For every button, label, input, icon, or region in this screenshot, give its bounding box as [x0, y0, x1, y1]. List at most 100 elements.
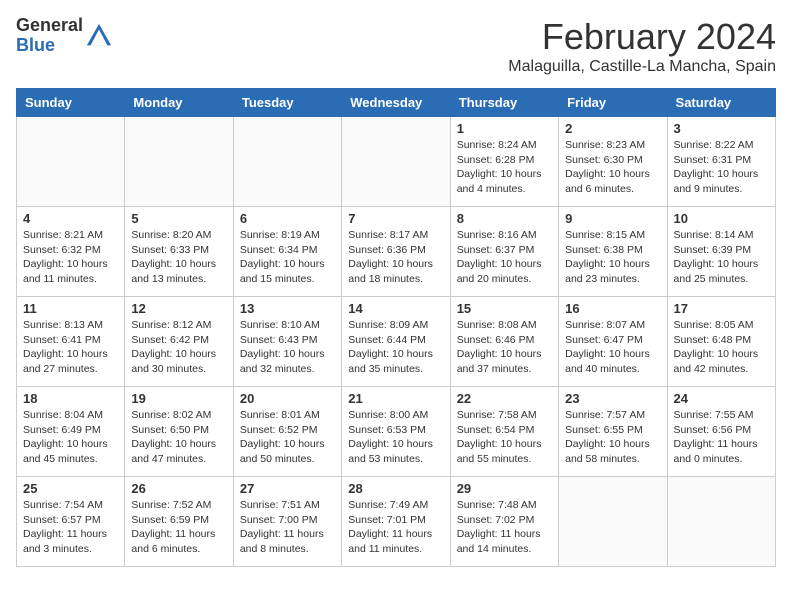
day-number: 11 — [23, 301, 118, 316]
calendar-cell: 9 Sunrise: 8:15 AM Sunset: 6:38 PM Daylig… — [559, 207, 667, 297]
calendar-cell: 4Sunrise: 8:21 AM Sunset: 6:32 PM Daylig… — [17, 207, 125, 297]
calendar-week-row: 18Sunrise: 8:04 AM Sunset: 6:49 PM Dayli… — [17, 387, 776, 477]
day-info: Sunrise: 8:24 AM Sunset: 6:28 PM Dayligh… — [457, 138, 552, 197]
day-number: 9 — [565, 211, 660, 226]
day-info: Sunrise: 8:02 AM Sunset: 6:50 PM Dayligh… — [131, 408, 226, 467]
day-info: Sunrise: 8:09 AM Sunset: 6:44 PM Dayligh… — [348, 318, 443, 377]
day-info: Sunrise: 8:16 AM Sunset: 6:37 PM Dayligh… — [457, 228, 552, 287]
calendar-cell: 7 Sunrise: 8:17 AM Sunset: 6:36 PM Daylig… — [342, 207, 450, 297]
day-header-tuesday: Tuesday — [233, 89, 341, 117]
day-info: Sunrise: 8:10 AM Sunset: 6:43 PM Dayligh… — [240, 318, 335, 377]
day-info: Sunrise: 8:21 AM Sunset: 6:32 PM Dayligh… — [23, 228, 118, 287]
calendar-cell: 28 Sunrise: 7:49 AM Sunset: 7:01 PM Dayli… — [342, 477, 450, 567]
day-info: Sunrise: 8:08 AM Sunset: 6:46 PM Dayligh… — [457, 318, 552, 377]
calendar-cell — [342, 117, 450, 207]
day-number: 12 — [131, 301, 226, 316]
calendar-cell: 18Sunrise: 8:04 AM Sunset: 6:49 PM Dayli… — [17, 387, 125, 477]
day-number: 10 — [674, 211, 769, 226]
day-number: 28 — [348, 481, 443, 496]
calendar-cell: 8 Sunrise: 8:16 AM Sunset: 6:37 PM Daylig… — [450, 207, 558, 297]
calendar-table: SundayMondayTuesdayWednesdayThursdayFrid… — [16, 88, 776, 567]
day-info: Sunrise: 8:05 AM Sunset: 6:48 PM Dayligh… — [674, 318, 769, 377]
day-info: Sunrise: 7:54 AM Sunset: 6:57 PM Dayligh… — [23, 498, 118, 557]
calendar-week-row: 11 Sunrise: 8:13 AM Sunset: 6:41 PM Dayli… — [17, 297, 776, 387]
day-number: 8 — [457, 211, 552, 226]
day-info: Sunrise: 8:01 AM Sunset: 6:52 PM Dayligh… — [240, 408, 335, 467]
day-number: 20 — [240, 391, 335, 406]
calendar-cell: 12 Sunrise: 8:12 AM Sunset: 6:42 PM Dayli… — [125, 297, 233, 387]
day-header-friday: Friday — [559, 89, 667, 117]
calendar-cell: 25 Sunrise: 7:54 AM Sunset: 6:57 PM Dayli… — [17, 477, 125, 567]
day-number: 7 — [348, 211, 443, 226]
day-info: Sunrise: 7:48 AM Sunset: 7:02 PM Dayligh… — [457, 498, 552, 557]
calendar-cell: 10 Sunrise: 8:14 AM Sunset: 6:39 PM Dayli… — [667, 207, 775, 297]
calendar-cell: 3 Sunrise: 8:22 AM Sunset: 6:31 PM Daylig… — [667, 117, 775, 207]
day-number: 14 — [348, 301, 443, 316]
calendar-cell: 20 Sunrise: 8:01 AM Sunset: 6:52 PM Dayli… — [233, 387, 341, 477]
day-number: 13 — [240, 301, 335, 316]
calendar-cell: 11 Sunrise: 8:13 AM Sunset: 6:41 PM Dayli… — [17, 297, 125, 387]
day-info: Sunrise: 8:14 AM Sunset: 6:39 PM Dayligh… — [674, 228, 769, 287]
day-number: 25 — [23, 481, 118, 496]
day-number: 15 — [457, 301, 552, 316]
logo-icon — [85, 22, 113, 50]
calendar-cell: 27Sunrise: 7:51 AM Sunset: 7:00 PM Dayli… — [233, 477, 341, 567]
day-info: Sunrise: 8:17 AM Sunset: 6:36 PM Dayligh… — [348, 228, 443, 287]
day-number: 3 — [674, 121, 769, 136]
day-info: Sunrise: 8:15 AM Sunset: 6:38 PM Dayligh… — [565, 228, 660, 287]
day-number: 19 — [131, 391, 226, 406]
day-number: 26 — [131, 481, 226, 496]
day-header-wednesday: Wednesday — [342, 89, 450, 117]
logo-blue: Blue — [16, 36, 83, 56]
day-number: 27 — [240, 481, 335, 496]
day-info: Sunrise: 8:12 AM Sunset: 6:42 PM Dayligh… — [131, 318, 226, 377]
calendar-cell — [233, 117, 341, 207]
calendar-week-row: 4Sunrise: 8:21 AM Sunset: 6:32 PM Daylig… — [17, 207, 776, 297]
day-info: Sunrise: 8:07 AM Sunset: 6:47 PM Dayligh… — [565, 318, 660, 377]
calendar-header-row: SundayMondayTuesdayWednesdayThursdayFrid… — [17, 89, 776, 117]
day-info: Sunrise: 8:23 AM Sunset: 6:30 PM Dayligh… — [565, 138, 660, 197]
day-info: Sunrise: 8:22 AM Sunset: 6:31 PM Dayligh… — [674, 138, 769, 197]
calendar-cell: 29 Sunrise: 7:48 AM Sunset: 7:02 PM Dayli… — [450, 477, 558, 567]
day-number: 22 — [457, 391, 552, 406]
day-info: Sunrise: 7:49 AM Sunset: 7:01 PM Dayligh… — [348, 498, 443, 557]
day-header-monday: Monday — [125, 89, 233, 117]
location-title: Malaguilla, Castille-La Mancha, Spain — [508, 58, 776, 76]
logo: General Blue — [16, 16, 113, 56]
day-number: 21 — [348, 391, 443, 406]
title-section: February 2024 Malaguilla, Castille-La Ma… — [508, 16, 776, 76]
day-info: Sunrise: 7:52 AM Sunset: 6:59 PM Dayligh… — [131, 498, 226, 557]
day-info: Sunrise: 8:04 AM Sunset: 6:49 PM Dayligh… — [23, 408, 118, 467]
day-number: 5 — [131, 211, 226, 226]
day-info: Sunrise: 8:00 AM Sunset: 6:53 PM Dayligh… — [348, 408, 443, 467]
calendar-cell — [125, 117, 233, 207]
calendar-week-row: 25 Sunrise: 7:54 AM Sunset: 6:57 PM Dayli… — [17, 477, 776, 567]
day-info: Sunrise: 7:58 AM Sunset: 6:54 PM Dayligh… — [457, 408, 552, 467]
page-header: General Blue February 2024 Malaguilla, C… — [16, 16, 776, 76]
month-title: February 2024 — [508, 16, 776, 58]
day-header-sunday: Sunday — [17, 89, 125, 117]
day-info: Sunrise: 7:55 AM Sunset: 6:56 PM Dayligh… — [674, 408, 769, 467]
day-info: Sunrise: 8:19 AM Sunset: 6:34 PM Dayligh… — [240, 228, 335, 287]
calendar-cell: 6Sunrise: 8:19 AM Sunset: 6:34 PM Daylig… — [233, 207, 341, 297]
calendar-cell: 21 Sunrise: 8:00 AM Sunset: 6:53 PM Dayli… — [342, 387, 450, 477]
calendar-cell: 15 Sunrise: 8:08 AM Sunset: 6:46 PM Dayli… — [450, 297, 558, 387]
calendar-cell: 2 Sunrise: 8:23 AM Sunset: 6:30 PM Daylig… — [559, 117, 667, 207]
day-header-thursday: Thursday — [450, 89, 558, 117]
calendar-cell — [17, 117, 125, 207]
day-info: Sunrise: 8:20 AM Sunset: 6:33 PM Dayligh… — [131, 228, 226, 287]
logo-general: General — [16, 16, 83, 36]
day-number: 2 — [565, 121, 660, 136]
day-number: 1 — [457, 121, 552, 136]
calendar-cell — [667, 477, 775, 567]
day-number: 24 — [674, 391, 769, 406]
calendar-cell: 5 Sunrise: 8:20 AM Sunset: 6:33 PM Daylig… — [125, 207, 233, 297]
calendar-cell: 14 Sunrise: 8:09 AM Sunset: 6:44 PM Dayli… — [342, 297, 450, 387]
day-info: Sunrise: 8:13 AM Sunset: 6:41 PM Dayligh… — [23, 318, 118, 377]
day-header-saturday: Saturday — [667, 89, 775, 117]
calendar-cell: 19 Sunrise: 8:02 AM Sunset: 6:50 PM Dayli… — [125, 387, 233, 477]
day-info: Sunrise: 7:57 AM Sunset: 6:55 PM Dayligh… — [565, 408, 660, 467]
calendar-cell: 26 Sunrise: 7:52 AM Sunset: 6:59 PM Dayli… — [125, 477, 233, 567]
day-number: 29 — [457, 481, 552, 496]
day-number: 17 — [674, 301, 769, 316]
